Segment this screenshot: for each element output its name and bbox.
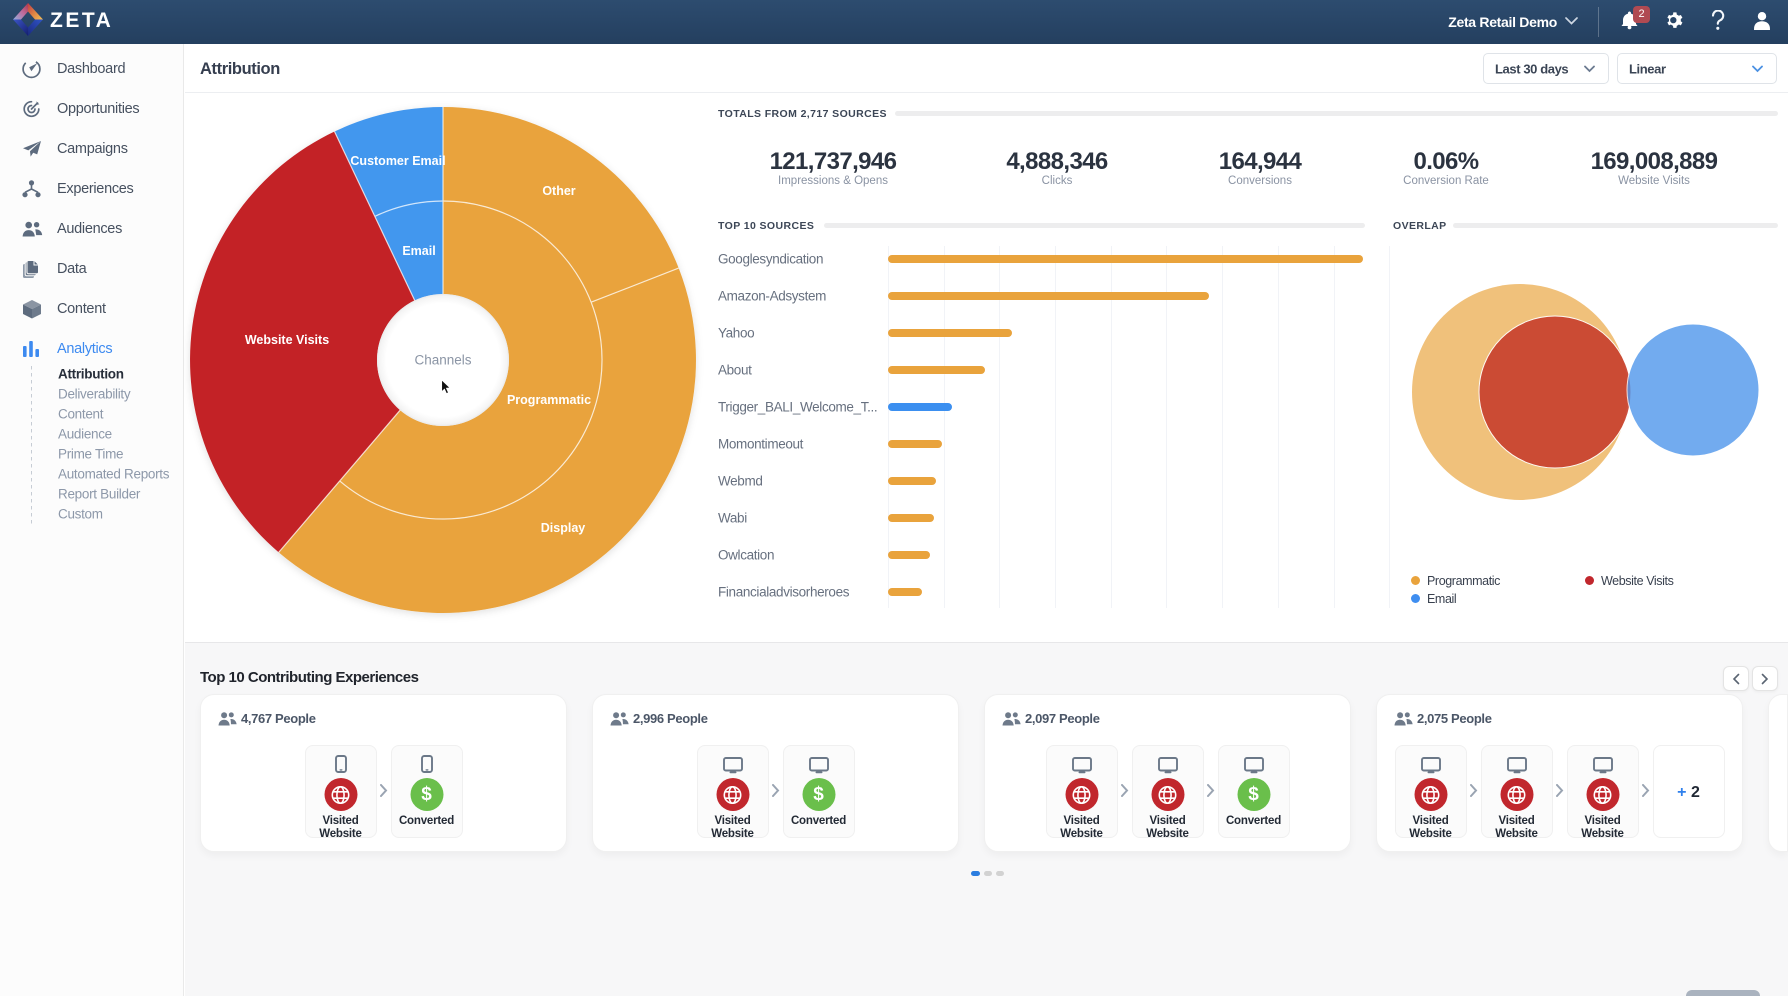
svg-text:Other: Other [542, 184, 575, 198]
svg-text:Website Visits: Website Visits [245, 333, 329, 347]
svg-text:Channels: Channels [414, 353, 471, 368]
svg-text:Email: Email [402, 244, 435, 258]
svg-text:Customer Email: Customer Email [350, 154, 445, 168]
svg-text:Display: Display [541, 521, 586, 535]
svg-text:Programmatic: Programmatic [507, 393, 591, 407]
